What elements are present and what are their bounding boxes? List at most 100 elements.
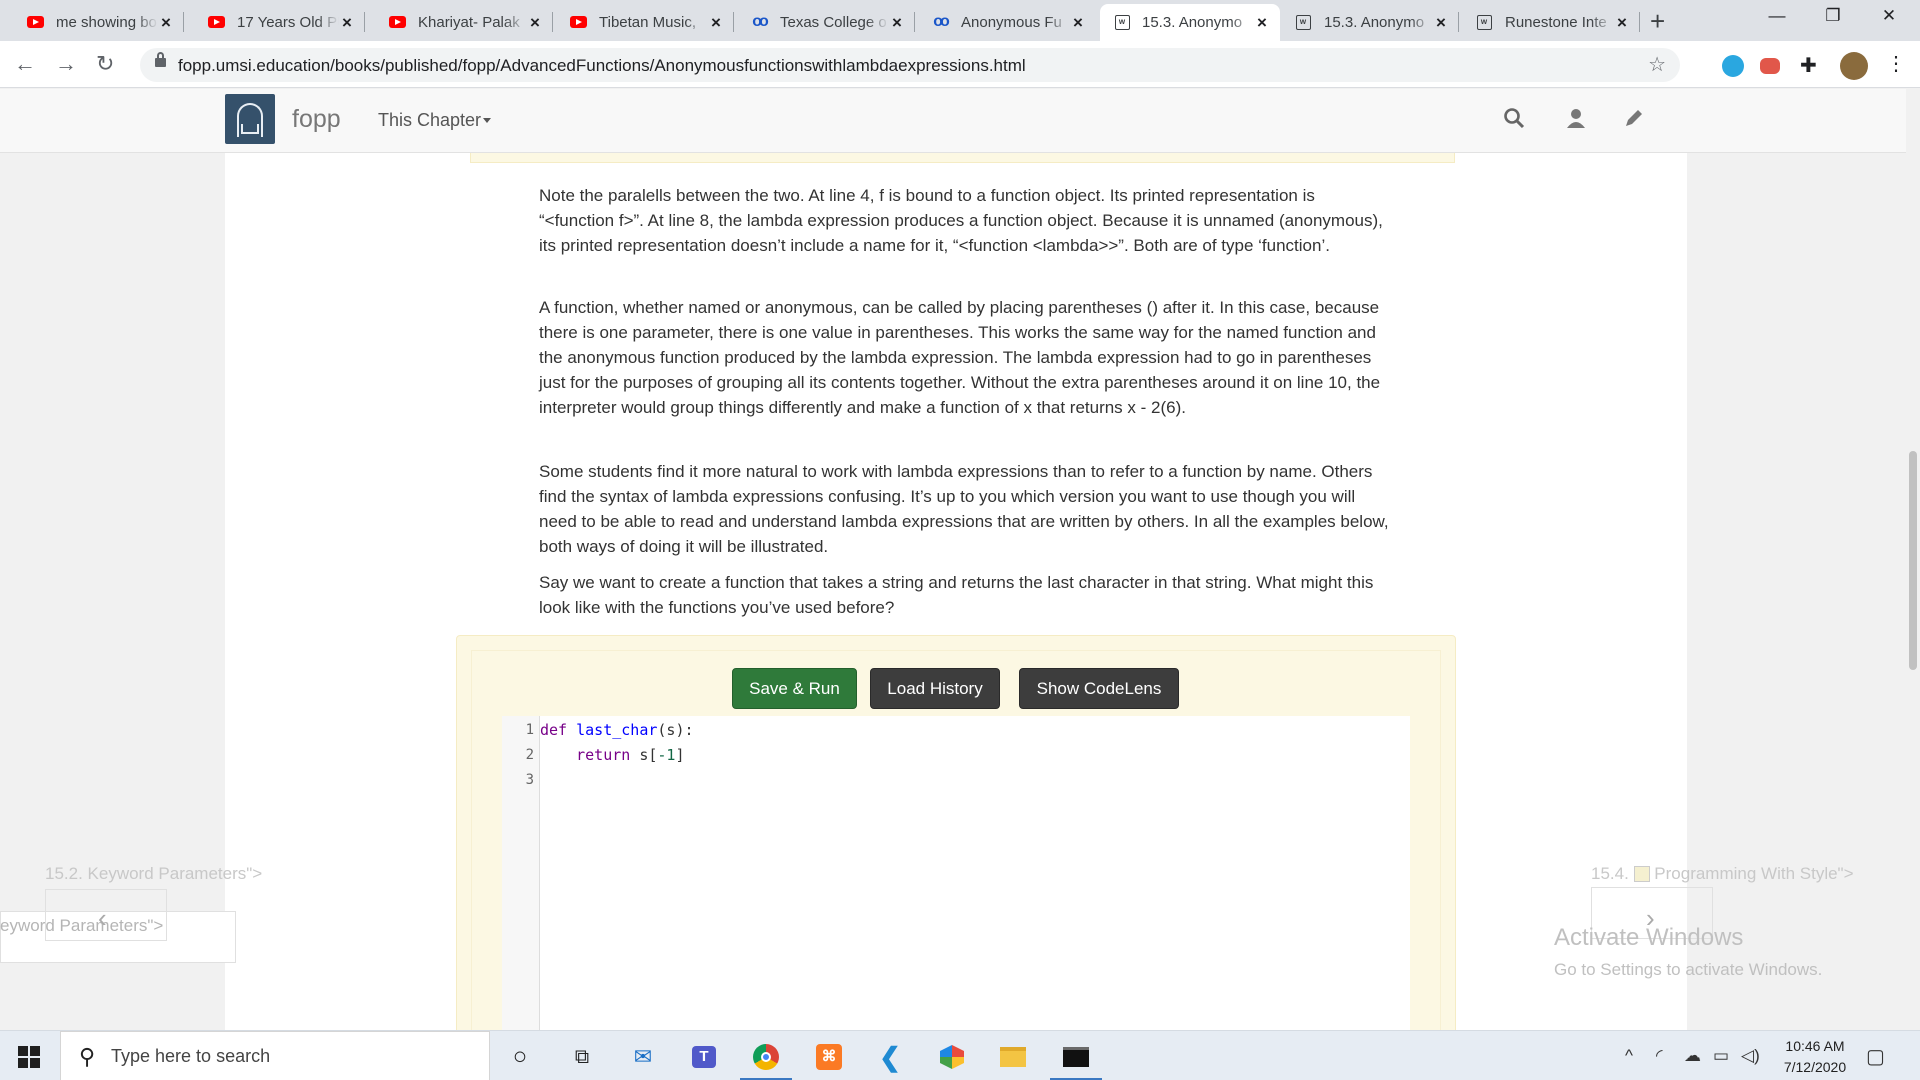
close-window-button[interactable]: ✕ — [1866, 6, 1912, 26]
next-page-title: Programming With Style"> — [1654, 864, 1854, 883]
activate-windows-subtitle: Go to Settings to activate Windows. — [1554, 960, 1823, 979]
minimize-button[interactable]: — — [1754, 6, 1800, 26]
code-number: -1 — [657, 746, 676, 764]
prev-page-box-label[interactable]: eyword Parameters"> — [0, 916, 163, 936]
extension-icon[interactable] — [1722, 55, 1744, 77]
coursera-icon: oo — [933, 13, 949, 30]
notification-icon[interactable]: ▢ — [1866, 1044, 1885, 1069]
next-page-number: 15.4. — [1591, 864, 1629, 883]
windows-taskbar: ⚲ Type here to search ○ ⧉ ✉ T ⌘ ❮ ^ ◜ ☁ … — [0, 1030, 1920, 1080]
browser-tab-active[interactable]: w 15.3. Anonymo × — [1100, 4, 1280, 41]
scrollbar-thumb[interactable] — [1909, 451, 1917, 670]
address-bar[interactable]: fopp.umsi.education/books/published/fopp… — [140, 48, 1680, 82]
browser-tab[interactable]: oo Anonymous Fu × — [931, 4, 1096, 41]
line-number: 2 — [525, 747, 534, 763]
forward-button[interactable]: → — [55, 51, 77, 77]
bookmark-star-icon[interactable]: ☆ — [1648, 52, 1666, 77]
web-page: fopp This Chapter Note the paralells bet… — [0, 89, 1920, 1030]
code-function-name: last_char — [576, 721, 658, 739]
page-scrollbar[interactable] — [1906, 89, 1920, 1030]
close-icon[interactable]: × — [1254, 13, 1270, 33]
browser-tab[interactable]: Tibetan Music, × — [569, 4, 734, 41]
code-line[interactable]: def last_char(s): — [540, 721, 694, 739]
tab-title: 15.3. Anonymo — [1324, 14, 1425, 31]
extension-icon[interactable] — [1760, 58, 1780, 74]
extensions-puzzle-icon[interactable]: ✚ — [1800, 53, 1822, 77]
browser-tab[interactable]: w 15.3. Anonymo × — [1294, 4, 1459, 41]
system-clock[interactable]: 10:46 AM 7/12/2020 — [1770, 1036, 1860, 1078]
chrome-icon[interactable] — [752, 1043, 780, 1071]
app-hexagon-icon[interactable] — [938, 1043, 966, 1071]
chapter-menu-label: This Chapter — [378, 110, 482, 130]
close-icon[interactable]: × — [1433, 13, 1449, 33]
code-text: ] — [675, 746, 685, 764]
user-icon[interactable] — [1565, 107, 1591, 133]
next-page-label[interactable]: 15.4. Programming With Style"> — [1591, 864, 1854, 884]
close-icon[interactable]: × — [889, 13, 905, 33]
reload-button[interactable]: ↻ — [96, 51, 114, 77]
site-brand[interactable]: fopp — [292, 105, 341, 134]
xampp-icon[interactable]: ⌘ — [815, 1043, 843, 1071]
prev-page-label[interactable]: 15.2. Keyword Parameters"> — [45, 864, 262, 884]
clock-date: 7/12/2020 — [1783, 1059, 1847, 1075]
close-icon[interactable]: × — [158, 13, 174, 33]
task-view-icon[interactable]: ⧉ — [568, 1043, 596, 1071]
show-codelens-button[interactable]: Show CodeLens — [1019, 668, 1179, 709]
code-keyword: def — [540, 721, 568, 739]
previous-codebox-edge — [470, 153, 1455, 163]
close-icon[interactable]: × — [527, 13, 543, 33]
mail-icon[interactable]: ✉ — [629, 1043, 657, 1071]
lock-icon — [155, 52, 166, 67]
url-text[interactable]: fopp.umsi.education/books/published/fopp… — [178, 56, 1026, 76]
battery-icon[interactable]: ▭ — [1713, 1046, 1729, 1066]
pencil-icon[interactable] — [1623, 107, 1649, 133]
browser-tab[interactable]: oo Texas College o × — [750, 4, 915, 41]
vscode-icon[interactable]: ❮ — [876, 1042, 904, 1072]
back-button[interactable]: ← — [14, 51, 36, 77]
tab-title: Texas College o — [780, 14, 887, 31]
close-icon[interactable]: × — [1614, 13, 1630, 33]
youtube-icon — [569, 14, 587, 30]
menu-dots-icon[interactable]: ⋮ — [1886, 51, 1908, 75]
chevron-left-icon[interactable]: ‹ — [98, 903, 107, 934]
new-tab-button[interactable]: + — [1650, 8, 1665, 34]
profile-avatar[interactable] — [1840, 52, 1868, 80]
network-icon[interactable]: ◜ — [1656, 1046, 1663, 1066]
site-logo[interactable] — [225, 94, 275, 144]
code-text: s[ — [630, 746, 658, 764]
tray-chevron-icon[interactable]: ^ — [1625, 1046, 1633, 1066]
close-icon[interactable]: × — [1070, 13, 1086, 33]
paragraph: Note the paralells between the two. At l… — [539, 186, 1383, 255]
tab-title: Anonymous Fu — [961, 14, 1062, 31]
code-editor[interactable]: 1 2 3 def last_char(s): return s[-1] — [502, 716, 1410, 1030]
python-icon — [1633, 866, 1650, 882]
file-explorer-icon[interactable] — [999, 1043, 1027, 1071]
onedrive-icon[interactable]: ☁ — [1684, 1046, 1701, 1066]
close-icon[interactable]: × — [708, 13, 724, 33]
browser-tab[interactable]: Khariyat- Palak × — [388, 4, 553, 41]
runestone-icon: w — [1475, 14, 1493, 30]
taskbar-search-box[interactable]: ⚲ Type here to search — [60, 1031, 490, 1080]
restore-button[interactable]: ❐ — [1810, 6, 1856, 26]
activate-windows-title: Activate Windows — [1554, 924, 1744, 951]
site-header: fopp This Chapter — [0, 89, 1920, 153]
code-text: (s): — [657, 721, 694, 739]
terminal-icon[interactable] — [1062, 1043, 1090, 1071]
teams-icon[interactable]: T — [690, 1043, 718, 1071]
save-run-button[interactable]: Save & Run — [732, 668, 857, 709]
browser-tab[interactable]: 17 Years Old PU × — [207, 4, 365, 41]
volume-icon[interactable]: ◁) — [1741, 1046, 1760, 1066]
browser-tab[interactable]: me showing bo × — [26, 4, 184, 41]
tab-title: 15.3. Anonymo — [1142, 14, 1243, 31]
code-line[interactable]: return s[-1] — [540, 746, 685, 764]
load-history-button[interactable]: Load History — [870, 668, 1000, 709]
chapter-menu[interactable]: This Chapter — [378, 110, 492, 131]
browser-tab[interactable]: w Runestone Inte × — [1475, 4, 1640, 41]
taskbar-search-placeholder: Type here to search — [111, 1046, 271, 1066]
windows-start-icon[interactable] — [18, 1046, 40, 1068]
close-icon[interactable]: × — [339, 13, 355, 33]
search-icon[interactable] — [1503, 107, 1529, 133]
tab-title: Runestone Inte — [1505, 14, 1607, 31]
cortana-icon[interactable]: ○ — [506, 1043, 534, 1071]
